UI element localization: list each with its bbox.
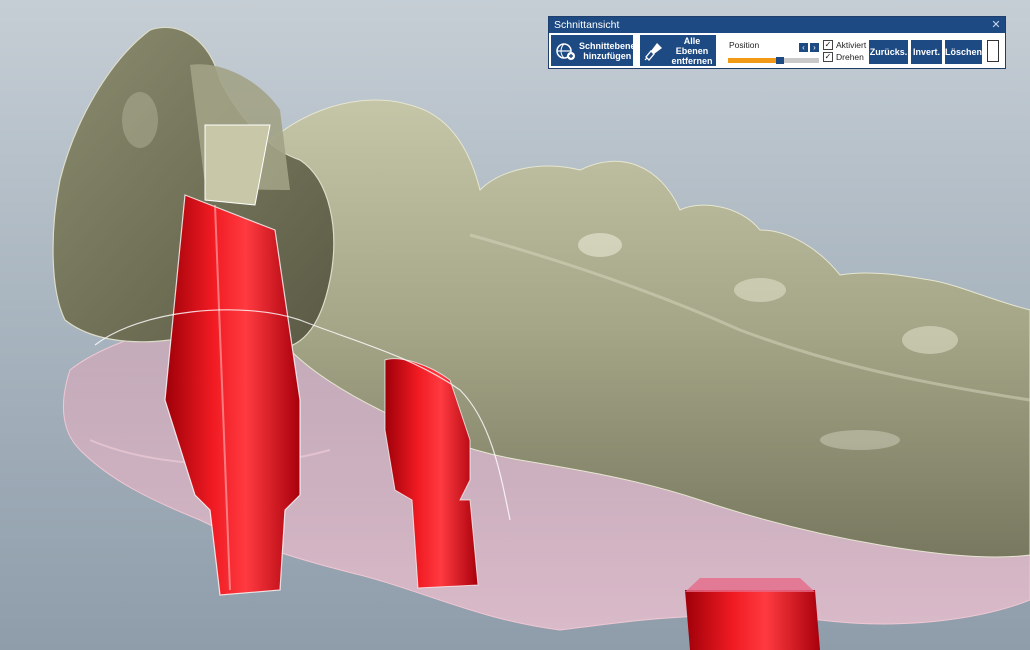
- color-swatch[interactable]: [987, 40, 999, 62]
- invert-button[interactable]: Invert.: [911, 40, 942, 64]
- implant-bottom: [685, 578, 820, 650]
- checkbox-drehen-label: Drehen: [836, 52, 864, 62]
- add-section-plane-button[interactable]: Schnittebene hinzufügen: [551, 35, 636, 66]
- checkbox-drehen-box[interactable]: ✓: [823, 52, 833, 62]
- remove-all-planes-button[interactable]: Alle Ebenen entfernen: [640, 35, 716, 66]
- position-slider[interactable]: [728, 57, 819, 64]
- chevron-left-icon[interactable]: ‹: [799, 43, 808, 52]
- reset-button[interactable]: Zurücks.: [869, 40, 908, 64]
- dental-model-scene: [52, 26, 1030, 650]
- position-slider-thumb[interactable]: [776, 57, 785, 64]
- remove-planes-label-line2: entfernen: [671, 55, 713, 66]
- remove-planes-label-line1: Alle Ebenen: [675, 35, 709, 56]
- add-section-plane-icon: [556, 42, 575, 60]
- delete-button[interactable]: Löschen: [945, 40, 982, 64]
- section-view-panel: Schnittansicht ✕ Schnittebene hinzufügen: [548, 16, 1006, 69]
- add-plane-label-line2: hinzufügen: [583, 50, 632, 61]
- checkbox-aktiviert-label: Aktiviert: [836, 40, 867, 50]
- close-icon[interactable]: ✕: [990, 17, 1002, 33]
- checkbox-drehen[interactable]: ✓ Drehen: [823, 52, 864, 62]
- panel-title: Schnittansicht: [554, 19, 620, 31]
- checkbox-aktiviert-box[interactable]: ✓: [823, 40, 833, 50]
- brush-remove-icon: [644, 42, 662, 61]
- panel-title-bar[interactable]: Schnittansicht ✕: [549, 17, 1005, 33]
- position-slider-fill: [728, 58, 777, 63]
- position-label: Position: [729, 40, 760, 50]
- add-plane-label-line1: Schnittebene: [579, 40, 636, 51]
- chevron-right-icon[interactable]: ›: [810, 43, 819, 52]
- 3d-viewport[interactable]: [0, 0, 1030, 650]
- checkbox-aktiviert[interactable]: ✓ Aktiviert: [823, 40, 866, 50]
